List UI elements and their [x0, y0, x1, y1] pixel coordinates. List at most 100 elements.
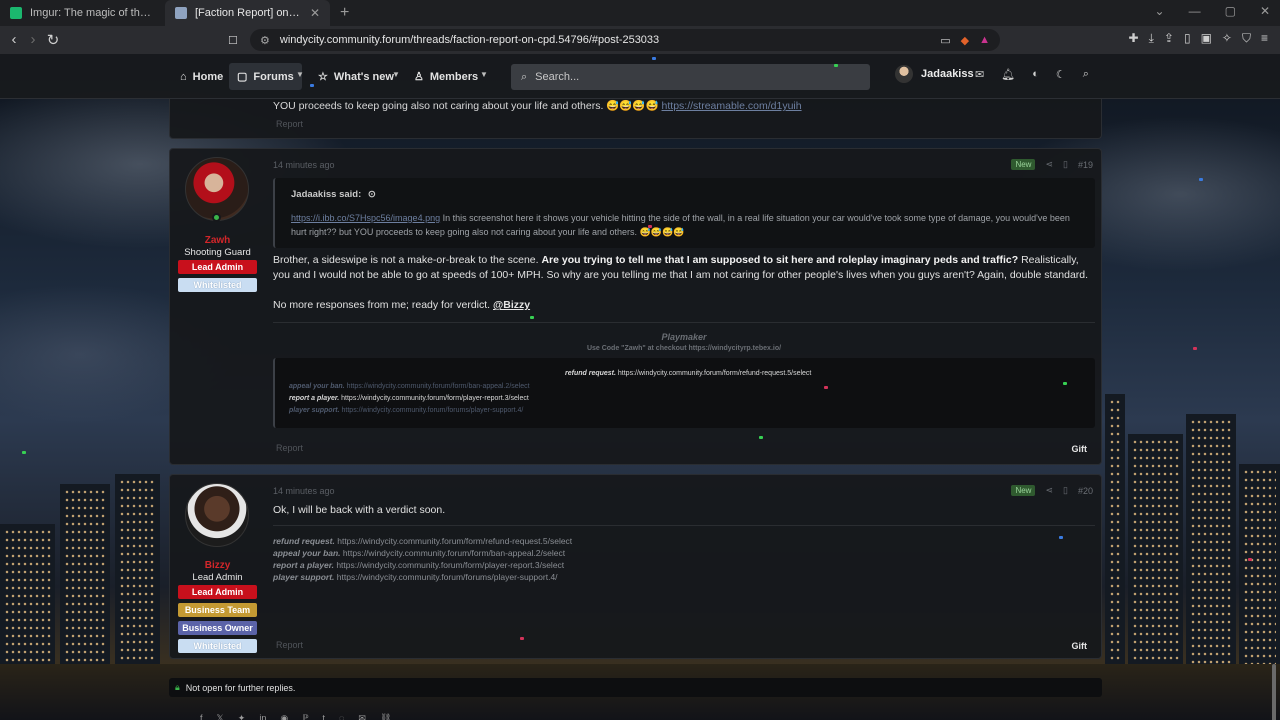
- whatsapp-icon[interactable]: ◌: [339, 713, 344, 720]
- forward-icon[interactable]: ›: [23, 31, 43, 48]
- cast-icon[interactable]: ▭: [940, 34, 950, 47]
- user-title: Shooting Guard: [184, 247, 251, 258]
- share-icon[interactable]: ⋖: [1045, 485, 1053, 496]
- wallet-icon[interactable]: ▣: [1201, 31, 1212, 46]
- bluesky-icon[interactable]: ✦: [238, 713, 246, 720]
- refund-link[interactable]: refund request. https://windycity.commun…: [273, 536, 572, 546]
- city-building: [1105, 394, 1125, 684]
- forums-dropdown-icon[interactable]: ▼: [296, 70, 304, 79]
- confetti: [1199, 178, 1203, 181]
- post-time[interactable]: 14 minutes ago: [273, 160, 335, 170]
- extensions-icon[interactable]: ✚: [1129, 31, 1139, 46]
- minimize-icon[interactable]: —: [1189, 4, 1201, 18]
- appeal-link[interactable]: appeal your ban. https://windycity.commu…: [273, 548, 565, 558]
- tumblr-icon[interactable]: t: [323, 713, 326, 720]
- confetti: [1248, 558, 1252, 561]
- username[interactable]: Zawh: [170, 235, 265, 246]
- scrollbar-thumb[interactable]: [1272, 664, 1276, 720]
- maximize-icon[interactable]: ▢: [1225, 4, 1236, 18]
- close-tab-icon[interactable]: ✕: [310, 6, 320, 20]
- badge-business-team: Business Team: [178, 603, 257, 617]
- player-report-link[interactable]: report a player. https://windycity.commu…: [273, 560, 564, 570]
- page-scrollbar[interactable]: [1270, 54, 1278, 720]
- report-link[interactable]: Report: [276, 119, 303, 129]
- downloads-icon[interactable]: ⤓: [1149, 31, 1154, 46]
- support-label: player support.: [289, 407, 340, 414]
- back-icon[interactable]: ‹: [4, 31, 24, 48]
- linkedin-icon[interactable]: in: [259, 713, 266, 720]
- body-text-bold: Are you trying to tell me that I am supp…: [541, 254, 1019, 266]
- reload-icon[interactable]: ↻: [43, 31, 63, 49]
- support-link[interactable]: player support. https://windycity.commun…: [289, 407, 523, 414]
- post-time[interactable]: 14 minutes ago: [273, 486, 335, 496]
- share-icon[interactable]: ⋖: [1045, 159, 1053, 170]
- post-number[interactable]: #20: [1078, 486, 1093, 496]
- refund-link[interactable]: refund request. https://windycity.commun…: [565, 370, 811, 377]
- new-tab-button[interactable]: +: [330, 0, 359, 26]
- player-report-link[interactable]: report a player. https://windycity.commu…: [289, 395, 529, 402]
- address-bar[interactable]: ☐ ⚙ windycity.community.forum/threads/fa…: [228, 29, 1000, 51]
- pinterest-icon[interactable]: ℙ: [302, 713, 308, 720]
- avatar[interactable]: [185, 157, 249, 221]
- bell-icon[interactable]: 🔔︎: [1001, 68, 1015, 81]
- search-icon[interactable]: ⌕: [1083, 68, 1089, 81]
- nav-whats-new[interactable]: ☆ What's new: [310, 63, 402, 90]
- tab-title: Imgur: The magic of the Internet: [30, 7, 155, 19]
- vpn-icon[interactable]: ⛉: [1242, 31, 1251, 46]
- image-link[interactable]: https://i.ibb.co/S7Hspc56/image4.png: [291, 213, 440, 223]
- email-icon[interactable]: ✉: [358, 713, 366, 720]
- sidebar-icon[interactable]: ▯: [1184, 31, 1191, 46]
- moon-icon[interactable]: ☾: [1056, 68, 1066, 81]
- reddit-icon[interactable]: ◉: [280, 713, 288, 720]
- city-building: [60, 484, 110, 684]
- gift-button[interactable]: Gift: [1072, 641, 1088, 651]
- brave-shield-icon[interactable]: ◆: [961, 34, 969, 47]
- link-icon[interactable]: ⛓: [380, 713, 391, 720]
- chevron-down-icon[interactable]: ⌄: [1155, 4, 1165, 18]
- support-link[interactable]: player support. https://windycity.commun…: [273, 572, 558, 582]
- tab-imgur[interactable]: Imgur: The magic of the Internet: [0, 0, 165, 26]
- mention-link[interactable]: @Bizzy: [493, 299, 530, 311]
- post-number[interactable]: #19: [1078, 160, 1093, 170]
- brave-rewards-icon[interactable]: ▲: [979, 34, 990, 46]
- nav-icons: ✉ 🔔︎ ◐ ☾ ⌕: [975, 68, 1089, 81]
- nav-whats-new-label: What's new: [333, 70, 394, 83]
- nav-home[interactable]: ⌂ Home: [172, 63, 231, 90]
- confetti: [310, 84, 314, 87]
- facebook-icon[interactable]: f: [200, 713, 203, 720]
- quote-jump-icon[interactable]: ⊙: [368, 189, 376, 200]
- x-icon[interactable]: 𝕏: [217, 713, 224, 720]
- nav-forums[interactable]: ▢ Forums: [229, 63, 302, 90]
- report-url: https://windycity.community.forum/form/p…: [333, 560, 565, 570]
- report-link[interactable]: Report: [276, 443, 303, 453]
- share-icon[interactable]: ⇪: [1164, 31, 1174, 46]
- gift-button[interactable]: Gift: [1072, 444, 1088, 454]
- signature-title: Playmaker: [661, 332, 707, 342]
- nav-members[interactable]: ♙ Members: [406, 63, 486, 90]
- quote-author[interactable]: Jadaakiss said: ⊙: [291, 189, 376, 200]
- signature-subtitle[interactable]: Use Code "Zawh" at checkout https://wind…: [273, 345, 1095, 352]
- account-menu[interactable]: Jadaakiss: [895, 65, 974, 83]
- avatar[interactable]: [185, 483, 249, 547]
- bookmark-icon[interactable]: ▯: [1063, 159, 1068, 170]
- url-text: windycity.community.forum/threads/factio…: [279, 34, 660, 46]
- bookmark-icon[interactable]: ▯: [1063, 485, 1068, 496]
- menu-icon[interactable]: ≡: [1261, 31, 1268, 46]
- whats-new-dropdown-icon[interactable]: ▼: [392, 70, 400, 79]
- appeal-link[interactable]: appeal your ban. https://windycity.commu…: [289, 383, 530, 390]
- members-dropdown-icon[interactable]: ▼: [480, 70, 488, 79]
- post-text: YOU proceeds to keep going also not cari…: [273, 100, 659, 112]
- streamable-link[interactable]: https://streamable.com/d1yuih: [662, 100, 802, 112]
- search-input[interactable]: ⌕ Search...: [511, 64, 870, 90]
- tab-faction-report[interactable]: [Faction Report] on CPD | Windy ✕: [165, 0, 330, 26]
- bookmark-icon[interactable]: ☐: [228, 34, 238, 47]
- post-text-tail: YOU proceeds to keep going also not cari…: [273, 99, 802, 112]
- report-link[interactable]: Report: [276, 640, 303, 650]
- leo-icon[interactable]: ✧: [1222, 31, 1232, 46]
- style-toggle-icon[interactable]: ◐: [1032, 68, 1039, 81]
- site-info-icon[interactable]: ⚙: [260, 34, 270, 47]
- inbox-icon[interactable]: ✉: [975, 68, 984, 81]
- username[interactable]: Bizzy: [170, 560, 265, 571]
- home-icon: ⌂: [180, 70, 187, 83]
- close-window-icon[interactable]: ✕: [1260, 4, 1270, 18]
